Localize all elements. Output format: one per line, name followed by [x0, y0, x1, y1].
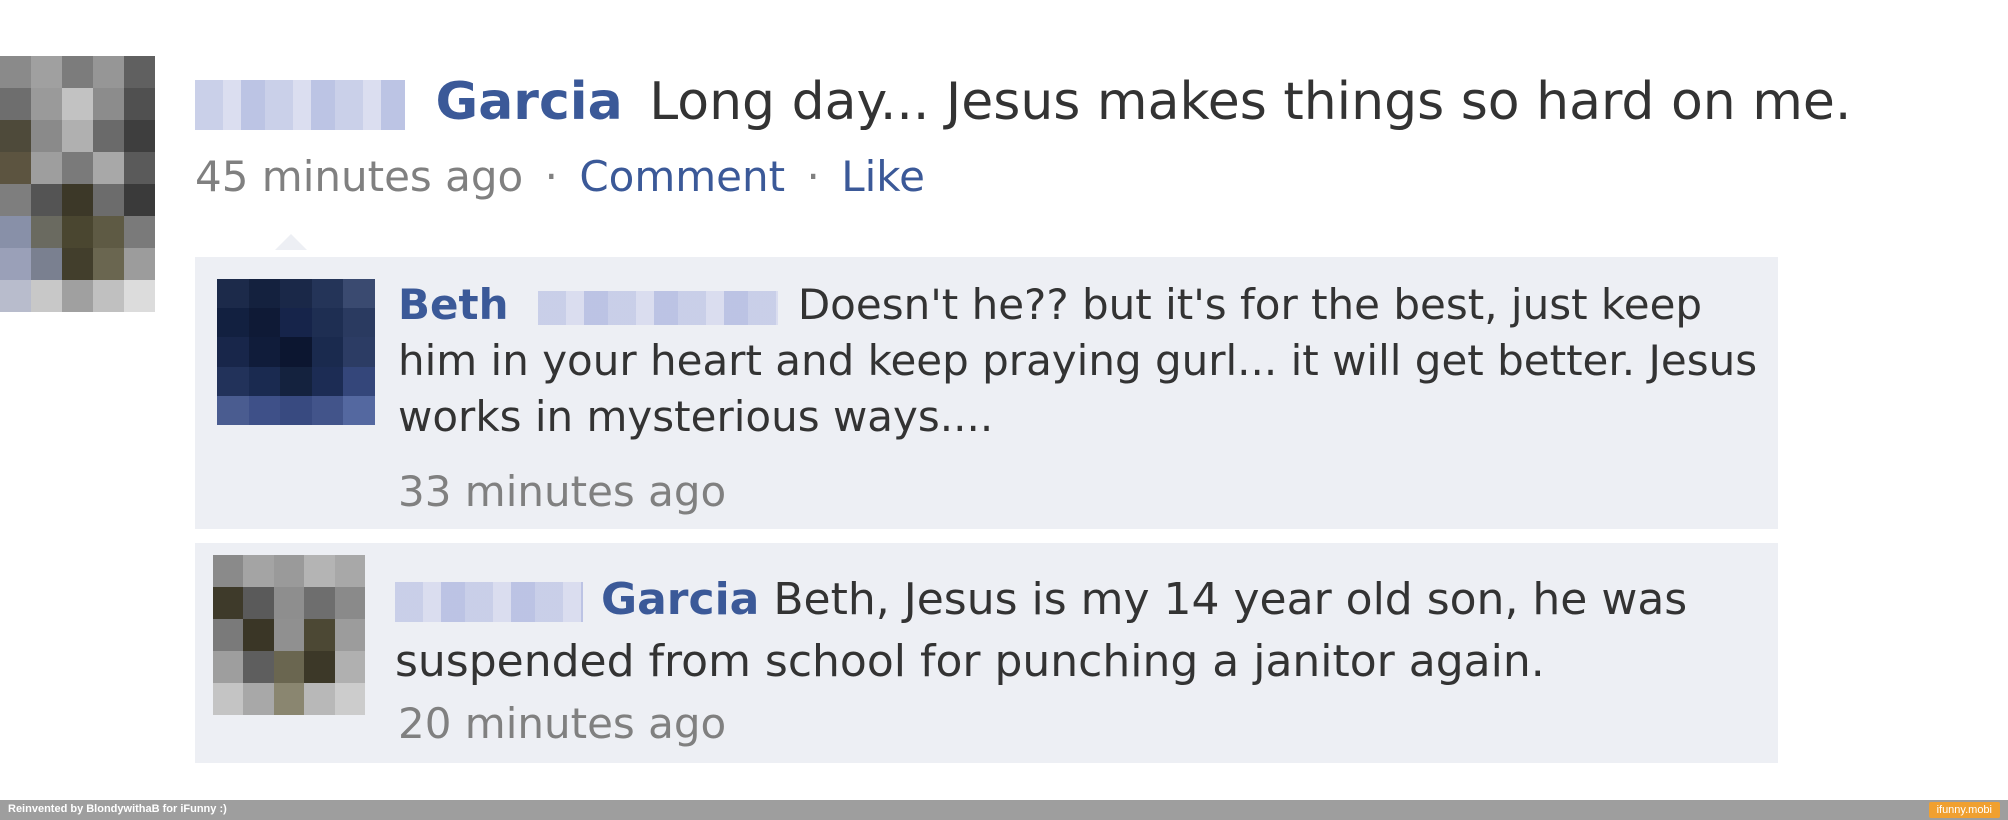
footer-credit: Reinvented by BlondywithaB for iFunny :) — [8, 803, 227, 815]
footer-bar: Reinvented by BlondywithaB for iFunny :)… — [0, 800, 2008, 820]
status-line: Garcia Long day... Jesus makes things so… — [195, 72, 1851, 132]
comment-link[interactable]: Comment — [579, 152, 785, 201]
comment-text: Beth, Jesus is my 14 year old son, he wa… — [395, 574, 1688, 687]
meta-separator: · — [806, 152, 820, 201]
comment-body: Beth Doesn't he?? but it's for the best,… — [398, 277, 1758, 445]
blurred-surname — [195, 80, 405, 130]
blurred-surname — [537, 290, 778, 325]
comment-item: Beth Doesn't he?? but it's for the best,… — [195, 257, 1778, 529]
meta-separator: · — [544, 152, 558, 201]
status-text: Long day... Jesus makes things so hard o… — [649, 72, 1852, 132]
comment-body: Garcia Beth, Jesus is my 14 year old son… — [395, 569, 1755, 693]
poster-avatar[interactable] — [0, 56, 155, 312]
status-author-link[interactable]: Garcia — [436, 72, 623, 132]
comment-avatar[interactable] — [217, 279, 375, 425]
comment-time[interactable]: 33 minutes ago — [398, 467, 726, 517]
comment-time[interactable]: 20 minutes ago — [398, 699, 726, 749]
comment-item: Garcia Beth, Jesus is my 14 year old son… — [195, 543, 1778, 763]
comments-caret — [275, 234, 307, 250]
watermark-badge: ifunny.mobi — [1928, 802, 2000, 818]
status-time[interactable]: 45 minutes ago — [195, 152, 523, 201]
like-link[interactable]: Like — [841, 152, 925, 201]
comment-author-link[interactable]: Garcia — [601, 574, 759, 625]
comment-avatar[interactable] — [213, 555, 365, 715]
status-meta: 45 minutes ago · Comment · Like — [195, 152, 925, 202]
comment-author-link[interactable]: Beth — [398, 280, 508, 329]
blurred-surname — [395, 582, 583, 622]
